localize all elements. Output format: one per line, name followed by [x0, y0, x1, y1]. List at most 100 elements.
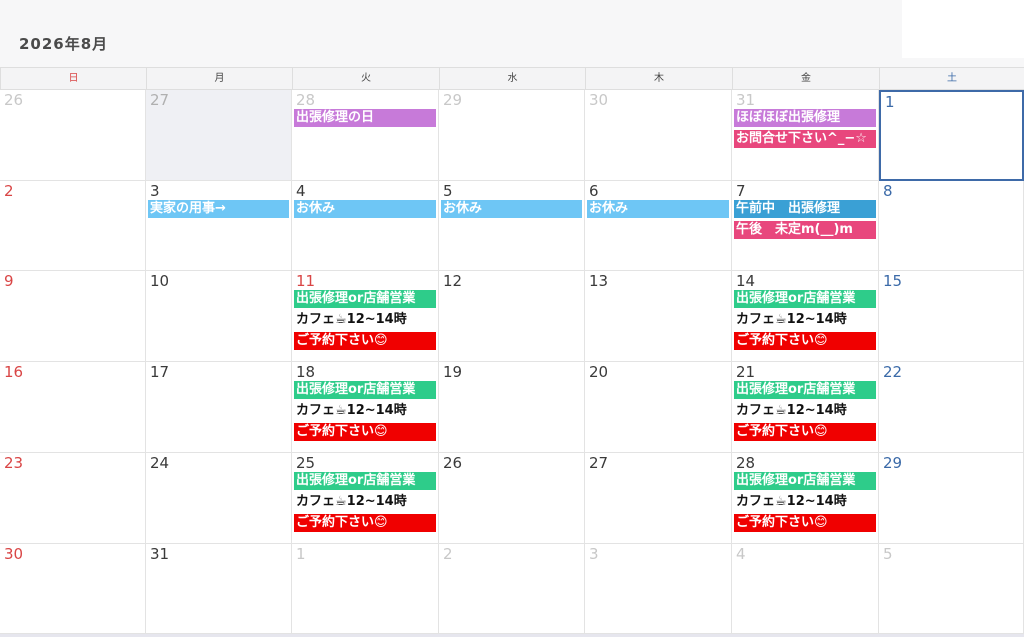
weekday-header: 日	[0, 68, 146, 89]
day-cell[interactable]: 22	[879, 362, 1024, 453]
calendar-event[interactable]: カフェ☕12~14時	[294, 402, 436, 420]
calendar-event[interactable]: ご予約下さい😊	[734, 423, 876, 441]
calendar-event[interactable]: カフェ☕12~14時	[294, 311, 436, 329]
day-number: 4	[296, 182, 306, 200]
day-cell[interactable]: 3	[585, 544, 732, 634]
day-cell[interactable]: 29	[439, 90, 585, 181]
event-list: 出張修理or店舗営業 カフェ☕12~14時 ご予約下さい😊	[734, 381, 876, 444]
day-number: 31	[150, 545, 170, 563]
day-cell[interactable]: 11 出張修理or店舗営業 カフェ☕12~14時 ご予約下さい😊	[292, 271, 439, 362]
calendar-event[interactable]: お休み	[294, 200, 436, 218]
day-number: 3	[589, 545, 599, 563]
event-list: 出張修理or店舗営業 カフェ☕12~14時 ご予約下さい😊	[294, 381, 436, 444]
day-cell[interactable]: 28 出張修理or店舗営業 カフェ☕12~14時 ご予約下さい😊	[732, 453, 879, 544]
day-number: 9	[4, 272, 14, 290]
day-cell[interactable]: 6 お休み	[585, 181, 732, 271]
calendar-event[interactable]: ご予約下さい😊	[294, 332, 436, 350]
calendar-event[interactable]: ほぼほぼ出張修理	[734, 109, 876, 127]
day-cell[interactable]: 21 出張修理or店舗営業 カフェ☕12~14時 ご予約下さい😊	[732, 362, 879, 453]
calendar-event[interactable]: ご予約下さい😊	[734, 332, 876, 350]
day-number: 30	[589, 91, 609, 109]
day-cell[interactable]: 16	[0, 362, 146, 453]
day-number: 16	[4, 363, 24, 381]
calendar-event[interactable]: カフェ☕12~14時	[294, 493, 436, 511]
day-cell[interactable]: 12	[439, 271, 585, 362]
day-number: 2	[443, 545, 453, 563]
day-number: 23	[4, 454, 24, 472]
calendar-event[interactable]: カフェ☕12~14時	[734, 402, 876, 420]
day-number: 1	[885, 93, 895, 111]
day-cell[interactable]: 4 お休み	[292, 181, 439, 271]
day-cell[interactable]: 30	[0, 544, 146, 634]
day-cell[interactable]: 17	[146, 362, 292, 453]
day-cell[interactable]: 31 ほぼほぼ出張修理 お問合せ下さい^_−☆	[732, 90, 879, 181]
day-number: 5	[443, 182, 453, 200]
day-cell[interactable]: 18 出張修理or店舗営業 カフェ☕12~14時 ご予約下さい😊	[292, 362, 439, 453]
day-cell[interactable]: 5 お休み	[439, 181, 585, 271]
day-cell[interactable]: 14 出張修理or店舗営業 カフェ☕12~14時 ご予約下さい😊	[732, 271, 879, 362]
event-list: 出張修理or店舗営業 カフェ☕12~14時 ご予約下さい😊	[294, 290, 436, 353]
day-cell[interactable]: 20	[585, 362, 732, 453]
calendar-event[interactable]: 出張修理or店舗営業	[734, 381, 876, 399]
day-cell[interactable]: 7 午前中 出張修理 午後 未定m(__)m	[732, 181, 879, 271]
calendar-event[interactable]: カフェ☕12~14時	[734, 493, 876, 511]
day-cell[interactable]: 26	[439, 453, 585, 544]
day-cell[interactable]: 4	[732, 544, 879, 634]
weekday-header: 火	[292, 68, 439, 89]
day-cell[interactable]: 10	[146, 271, 292, 362]
day-cell[interactable]: 25 出張修理or店舗営業 カフェ☕12~14時 ご予約下さい😊	[292, 453, 439, 544]
day-cell[interactable]: 19	[439, 362, 585, 453]
day-cell[interactable]: 15	[879, 271, 1024, 362]
calendar-event[interactable]: お問合せ下さい^_−☆	[734, 130, 876, 148]
day-cell[interactable]: 24	[146, 453, 292, 544]
day-cell[interactable]: 5	[879, 544, 1024, 634]
day-number: 14	[736, 272, 756, 290]
day-cell[interactable]: 23	[0, 453, 146, 544]
month-grid: 26 27 28 出張修理の日 29 30 31 ほぼほぼ出張修理 お問合せ下さい^_−☆ 1 2 3…	[0, 90, 1024, 634]
calendar-event[interactable]: 出張修理or店舗営業	[294, 290, 436, 308]
calendar-event[interactable]: カフェ☕12~14時	[734, 311, 876, 329]
day-number: 6	[589, 182, 599, 200]
weekday-header: 金	[732, 68, 879, 89]
day-number: 30	[4, 545, 24, 563]
calendar-event[interactable]: ご予約下さい😊	[294, 514, 436, 532]
day-number: 29	[443, 91, 463, 109]
calendar-event[interactable]: 午前中 出張修理	[734, 200, 876, 218]
day-cell[interactable]: 1	[879, 90, 1024, 181]
event-list: お休み	[441, 200, 582, 221]
event-list: ほぼほぼ出張修理 お問合せ下さい^_−☆	[734, 109, 876, 151]
calendar-event[interactable]: お休み	[441, 200, 582, 218]
calendar-event[interactable]: 出張修理or店舗営業	[734, 290, 876, 308]
day-cell[interactable]: 30	[585, 90, 732, 181]
day-cell[interactable]: 2	[439, 544, 585, 634]
calendar-event[interactable]: 午後 未定m(__)m	[734, 221, 876, 239]
day-cell[interactable]: 27	[585, 453, 732, 544]
day-cell[interactable]: 8	[879, 181, 1024, 271]
calendar-event[interactable]: 出張修理or店舗営業	[294, 472, 436, 490]
calendar-event[interactable]: 出張修理の日	[294, 109, 436, 127]
day-number: 4	[736, 545, 746, 563]
calendar-event[interactable]: 実家の用事→	[148, 200, 289, 218]
day-cell[interactable]: 29	[879, 453, 1024, 544]
day-cell[interactable]: 13	[585, 271, 732, 362]
calendar-event[interactable]: 出張修理or店舗営業	[294, 381, 436, 399]
day-cell[interactable]: 31	[146, 544, 292, 634]
day-cell[interactable]: 28 出張修理の日	[292, 90, 439, 181]
calendar-event[interactable]: 出張修理or店舗営業	[734, 472, 876, 490]
day-cell[interactable]: 1	[292, 544, 439, 634]
day-cell[interactable]: 27	[146, 90, 292, 181]
day-cell[interactable]: 3 実家の用事→	[146, 181, 292, 271]
calendar-event[interactable]: ご予約下さい😊	[294, 423, 436, 441]
month-title: 2026年8月	[19, 35, 109, 53]
weekday-header: 月	[146, 68, 292, 89]
day-cell[interactable]: 26	[0, 90, 146, 181]
day-number: 7	[736, 182, 746, 200]
day-cell[interactable]: 9	[0, 271, 146, 362]
calendar-event[interactable]: ご予約下さい😊	[734, 514, 876, 532]
day-number: 21	[736, 363, 756, 381]
day-number: 5	[883, 545, 893, 563]
day-number: 28	[296, 91, 316, 109]
day-cell[interactable]: 2	[0, 181, 146, 271]
day-number: 26	[443, 454, 463, 472]
calendar-event[interactable]: お休み	[587, 200, 729, 218]
